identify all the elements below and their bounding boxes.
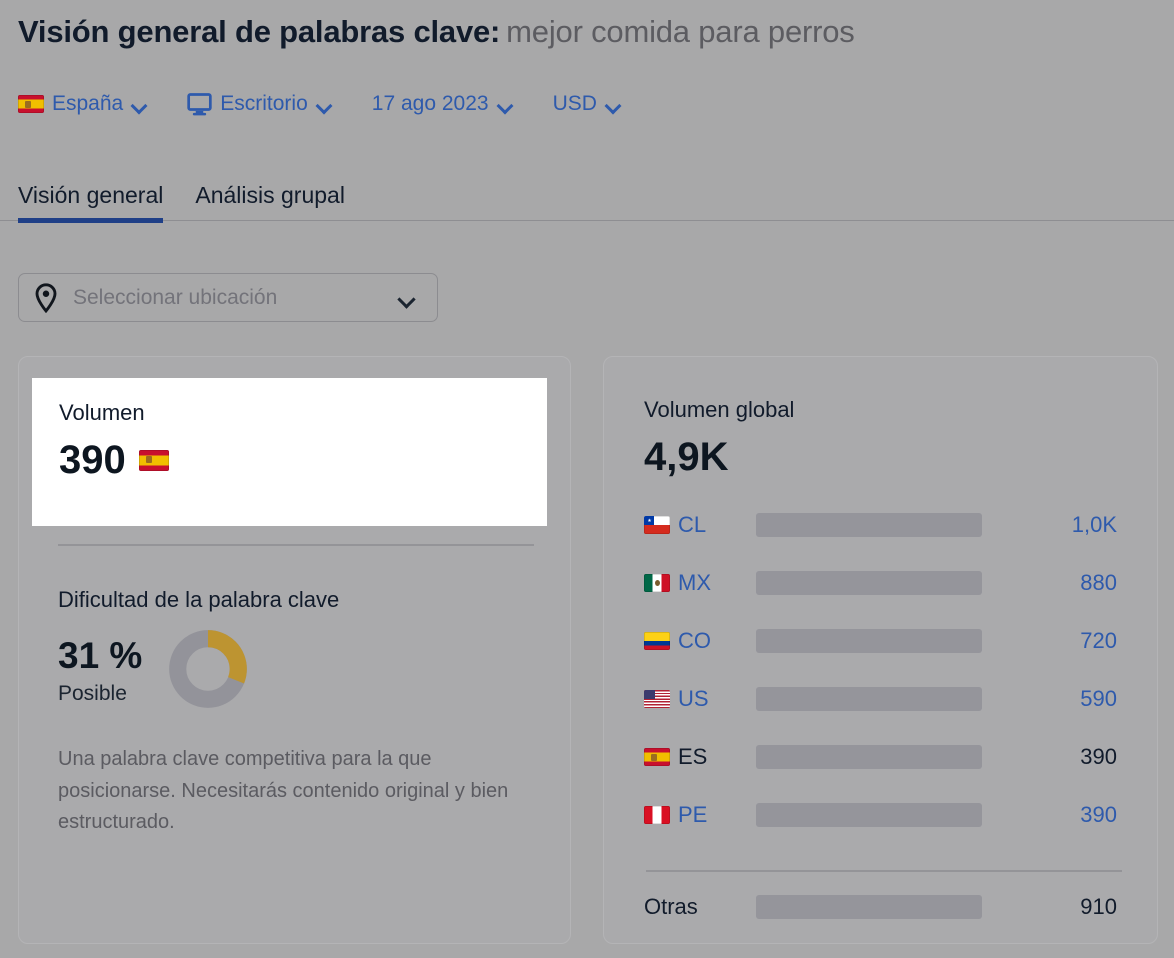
country-row-pe[interactable]: PE 390 — [644, 795, 1119, 834]
country-bar-track — [756, 570, 982, 595]
flag-cl-icon — [644, 515, 678, 534]
country-row-co[interactable]: CO 720 — [644, 621, 1119, 660]
page-title-main: Visión general de palabras clave: — [18, 14, 501, 49]
global-volume-header: Volumen global 4,9K CL 1,0K MX 880 CO 720 US 59… — [644, 397, 1119, 834]
difficulty-donut-chart — [168, 629, 248, 714]
country-bar-track — [756, 628, 982, 653]
volume-value-row: 390 — [59, 438, 520, 482]
others-bar-track — [756, 894, 982, 919]
volume-difficulty-card: Volumen 390 Dificultad de la palabra cla… — [18, 356, 571, 944]
chevron-down-icon — [317, 100, 332, 109]
others-label: Otras — [644, 893, 698, 919]
flag-co-glyph — [644, 631, 670, 650]
flag-es-icon — [18, 95, 44, 113]
keyword-difficulty-label: Dificultad de la palabra clave — [58, 587, 340, 612]
filter-country-label: España — [52, 92, 124, 115]
filter-date[interactable]: 17 ago 2023 — [372, 92, 513, 116]
flag-es-glyph — [644, 747, 670, 766]
keyword-difficulty-value: 31 % — [58, 635, 143, 677]
country-code: CO — [678, 627, 711, 653]
country-code: ES — [678, 743, 708, 769]
country-value: 1,0K — [1071, 511, 1117, 537]
flag-mx-glyph — [644, 573, 670, 592]
country-value: 390 — [1080, 801, 1117, 827]
country-bar-track — [756, 686, 982, 711]
country-value: 590 — [1080, 685, 1117, 711]
global-volume-card: Volumen global 4,9K CL 1,0K MX 880 CO 720 US 59… — [603, 356, 1158, 944]
country-bar-track — [756, 744, 982, 769]
flag-es-icon — [138, 449, 169, 471]
flag-mx-icon — [644, 573, 678, 592]
country-row-es[interactable]: ES 390 — [644, 737, 1119, 776]
location-select-placeholder: Seleccionar ubicación — [73, 285, 278, 309]
volume-label: Volumen — [59, 400, 145, 425]
tab-overview[interactable]: Visión general — [18, 182, 164, 223]
country-value: 880 — [1080, 569, 1117, 595]
filter-bar: España Escritorio 17 ago 2023 USD — [18, 86, 621, 122]
filter-currency-label: USD — [552, 92, 597, 115]
flag-us-glyph — [644, 689, 670, 708]
filter-country[interactable]: España — [18, 92, 147, 116]
chevron-down-icon — [132, 100, 147, 109]
country-row-us[interactable]: US 590 — [644, 679, 1119, 718]
country-value: 390 — [1080, 743, 1117, 769]
tab-bulk-analysis[interactable]: Análisis grupal — [195, 182, 345, 220]
monitor-icon — [187, 92, 212, 116]
chevron-down-icon — [606, 100, 621, 109]
location-select[interactable]: Seleccionar ubicación — [18, 273, 438, 322]
filter-device-label: Escritorio — [220, 92, 308, 115]
page-title-keyword: mejor comida para perros — [506, 14, 855, 49]
country-row-others: Otras 910 — [644, 887, 1119, 926]
filter-date-label: 17 ago 2023 — [371, 92, 489, 115]
country-code: CL — [678, 511, 707, 537]
flag-pe-icon — [644, 805, 678, 824]
country-code: PE — [678, 801, 708, 827]
tab-bar-divider — [0, 220, 1174, 221]
flag-us-icon — [644, 689, 678, 708]
country-row-cl[interactable]: CL 1,0K — [644, 505, 1119, 544]
others-value: 910 — [1080, 893, 1117, 919]
country-volume-list: CL 1,0K MX 880 CO 720 US 590 ES 390 PE 390 — [644, 505, 1119, 834]
global-volume-value: 4,9K — [644, 435, 729, 480]
chevron-down-icon — [498, 100, 513, 109]
volume-highlight-box: Volumen 390 — [32, 378, 547, 526]
card-divider — [646, 870, 1122, 872]
keyword-difficulty-status: Posible — [58, 681, 127, 705]
keyword-difficulty-description: Una palabra clave competitiva para la qu… — [58, 748, 509, 834]
keyword-difficulty-block: Dificultad de la palabra clave 31 % Posi… — [58, 587, 538, 839]
card-divider — [58, 544, 534, 546]
global-volume-label: Volumen global — [644, 397, 795, 422]
flag-es-icon — [644, 747, 678, 766]
country-code: US — [678, 685, 709, 711]
volume-value: 390 — [59, 438, 126, 483]
country-value: 720 — [1080, 627, 1117, 653]
tab-bar: Visión general Análisis grupal — [0, 170, 1174, 223]
flag-cl-glyph — [644, 515, 670, 534]
filter-currency[interactable]: USD — [553, 92, 621, 116]
flag-pe-glyph — [644, 805, 670, 824]
chevron-down-icon — [399, 293, 415, 303]
country-bar-track — [756, 802, 982, 827]
country-row-mx[interactable]: MX 880 — [644, 563, 1119, 602]
country-bar-track — [756, 512, 982, 537]
flag-co-icon — [644, 631, 678, 650]
map-pin-icon — [33, 282, 59, 313]
page-title: Visión general de palabras clave: mejor c… — [18, 14, 855, 50]
country-code: MX — [678, 569, 711, 595]
filter-device[interactable]: Escritorio — [187, 92, 332, 116]
